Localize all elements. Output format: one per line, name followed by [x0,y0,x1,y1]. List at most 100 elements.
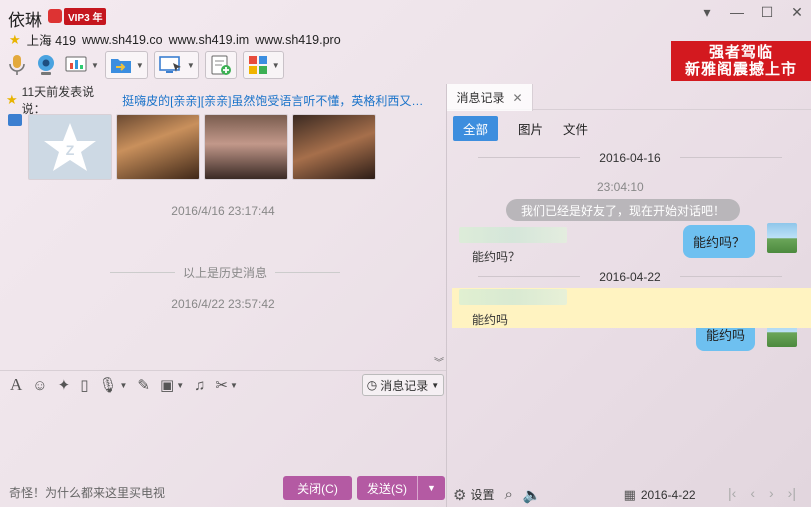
site-link-2[interactable]: www.sh419.im [169,33,250,47]
search-icon[interactable]: ⌕ [504,486,512,503]
camera-icon [8,114,22,126]
chevron-down-icon[interactable]: ▼ [120,381,128,390]
add-app-button[interactable] [204,51,237,79]
star-icon: ★ [6,92,18,107]
voice-call-button[interactable] [6,51,28,79]
feed-time: 11天前发表说说： [21,85,95,116]
history-divider: 以上是历史消息 [110,264,341,281]
feed-text-link[interactable]: 挺嗨皮的[亲亲][亲亲]虽然饱受语言听不懂，英格利西又… [122,92,442,109]
chevron-down-icon[interactable]: ▼ [230,381,238,390]
microphone-icon [9,55,25,75]
filter-all[interactable]: 全部 [453,116,499,141]
filter-files[interactable]: 文件 [563,119,588,138]
maximize-icon[interactable]: ☐ [759,4,775,21]
photo-thumb-2[interactable] [116,114,200,180]
music-icon[interactable]: ♫ [194,377,205,394]
message-record-button[interactable]: ◷ 消息记录 ▼ [362,374,444,396]
date-line [680,276,782,277]
video-call-button[interactable] [34,51,58,79]
magic-wand-icon[interactable]: ✦ [58,376,71,394]
qzone-star-icon: Z [44,123,96,171]
tab-label: 消息记录 [456,91,505,105]
chevron-down-icon[interactable]: ▼ [418,483,445,493]
close-icon[interactable]: ✕ [789,4,805,21]
chat-bubble[interactable]: 能约吗？ [682,225,755,258]
chat-toolbar: ▼ ▼ ▼ ▼ [6,51,284,79]
speaker-icon[interactable]: 🔈 [523,486,542,504]
input-separator [0,370,446,371]
photo-thumb-3[interactable] [204,114,288,180]
note-add-icon [211,55,231,75]
more-apps-button[interactable]: ▼ [242,51,284,79]
ad-banner[interactable]: 强者驾临 新雅阁震撼上市 [671,41,811,81]
history-label: 以上是历史消息 [183,266,268,280]
photo-thumb-1[interactable]: Z [28,114,112,180]
tab-message-record[interactable]: 消息记录 ✕ [447,84,533,111]
screen-share-button[interactable]: ▼ [153,51,199,79]
chevron-down-icon: ▼ [135,60,144,70]
status-feed: ★ 11天前发表说说： 挺嗨皮的[亲亲][亲亲]虽然饱受语言听不懂，英格利西又… [6,85,442,116]
first-page-icon[interactable]: |‹ [728,485,736,501]
gear-icon[interactable]: ⚙ [453,486,466,504]
location-text: 上海 419 [26,34,76,48]
vip-tag: VIP3 年 [64,7,107,25]
divider-line [275,272,341,273]
voice-message-icon[interactable]: 🎙 [98,376,117,394]
menu-dropdown-icon[interactable]: ▾ [699,4,715,21]
webcam-icon [38,55,54,75]
date-line [478,157,580,158]
prev-page-icon[interactable]: ‹ [750,485,755,501]
close-icon[interactable]: ✕ [512,91,522,105]
screen-share-icon [65,56,87,72]
edit-icon[interactable]: ✎ [137,376,150,394]
message-timestamp: 2016/4/16 23:17:44 [171,204,275,218]
send-label: 发送(S) [367,481,407,496]
send-button[interactable]: 发送(S) ▼ [357,476,445,500]
filter-images[interactable]: 图片 [518,119,543,138]
record-pager: |‹ ‹ › ›| [728,485,796,501]
next-page-icon[interactable]: › [769,485,774,501]
ad-line1: 强者驾临 [708,44,773,61]
record-filters: 全部 图片 文件 [453,116,588,141]
record-message[interactable]: 能约吗？ [472,248,520,265]
ad-line2: 新雅阁震撼上市 [684,61,797,78]
sender-name-blurred [459,289,567,305]
record-date-picker[interactable]: 2016-4-22 [641,488,696,502]
star-icon: ★ [9,31,21,47]
avatar[interactable] [767,223,797,253]
divider-line [110,272,175,273]
shake-icon[interactable]: ▯ [80,376,88,394]
date-line [680,157,782,158]
scroll-down-icon[interactable]: ︾ [434,354,444,369]
settings-label[interactable]: 设置 [470,486,494,503]
folder-arrow-icon [110,59,131,73]
record-message[interactable]: 能约吗 [472,311,508,328]
close-button[interactable]: 关闭(C) [283,476,352,500]
calendar-icon[interactable]: ▦ [624,487,636,503]
chevron-down-icon: ▼ [91,60,99,70]
site-link-3[interactable]: www.sh419.pro [255,33,340,47]
panel-divider[interactable] [446,84,447,507]
chevron-down-icon: ▼ [271,60,280,70]
crown-icon [48,9,62,23]
emoji-icon[interactable]: ☺ [32,377,47,394]
date-line [478,276,580,277]
minimize-icon[interactable]: — [729,4,745,21]
record-time: 23:04:10 [597,180,644,194]
system-message: 我们已经是好友了，现在开始对话吧！ [506,199,740,221]
image-icon[interactable]: ▣ [160,376,174,394]
scissors-icon[interactable]: ✂ [215,376,228,394]
last-page-icon[interactable]: ›| [788,485,796,501]
photo-thumb-4[interactable] [292,114,376,180]
remote-assist-button[interactable]: ▼ [64,51,99,79]
site-link-1[interactable]: www.sh419.co [82,33,163,47]
ad-hint-link[interactable]: 奇怪！为什么都来这里买电视 [9,484,165,501]
record-date: 2016-04-22 [599,270,661,284]
vip-badge: VIP3 年 [48,7,107,25]
clock-icon: ◷ [366,378,378,392]
chevron-down-icon: ▼ [186,60,195,70]
chevron-down-icon[interactable]: ▼ [176,381,184,390]
send-file-button[interactable]: ▼ [104,51,148,79]
font-icon[interactable]: A [10,375,22,395]
svg-text:Z: Z [66,142,75,158]
